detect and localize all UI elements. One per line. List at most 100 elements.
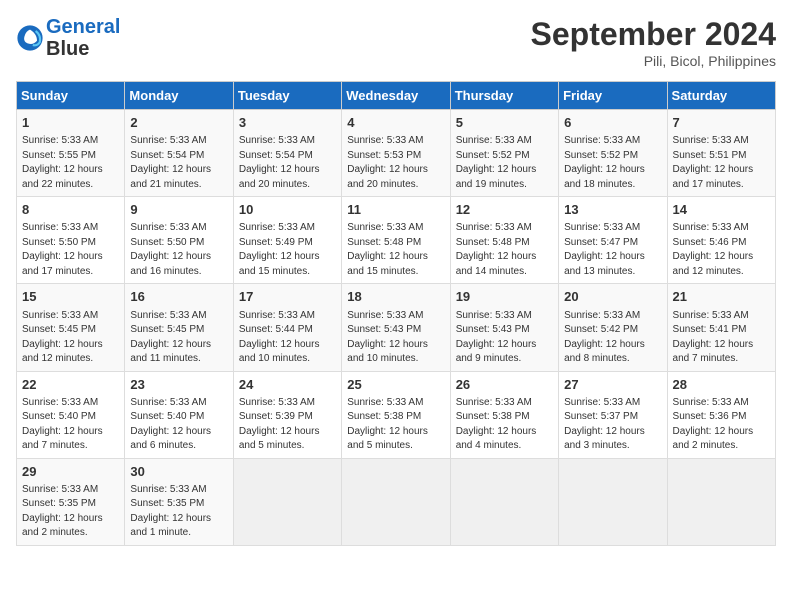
calendar-cell: [342, 458, 450, 545]
day-info: Sunrise: 5:33 AM Sunset: 5:35 PM Dayligh…: [22, 483, 119, 541]
day-number: 16: [130, 288, 227, 306]
week-row-4: 29Sunrise: 5:33 AM Sunset: 5:35 PM Dayli…: [17, 458, 776, 545]
day-number: 22: [22, 376, 119, 394]
day-number: 7: [673, 114, 770, 132]
day-info: Sunrise: 5:33 AM Sunset: 5:49 PM Dayligh…: [239, 221, 336, 279]
col-header-saturday: Saturday: [667, 82, 775, 110]
day-info: Sunrise: 5:33 AM Sunset: 5:52 PM Dayligh…: [456, 134, 553, 192]
day-number: 23: [130, 376, 227, 394]
calendar-cell: 7 Sunrise: 5:33 AM Sunset: 5:51 PM Daylig…: [667, 110, 775, 197]
day-info: Sunrise: 5:33 AM Sunset: 5:51 PM Dayligh…: [673, 134, 770, 192]
day-info: Sunrise: 5:33 AM Sunset: 5:48 PM Dayligh…: [347, 221, 444, 279]
day-info: Sunrise: 5:33 AM Sunset: 5:38 PM Dayligh…: [456, 396, 553, 454]
col-header-tuesday: Tuesday: [233, 82, 341, 110]
day-info: Sunrise: 5:33 AM Sunset: 5:54 PM Dayligh…: [130, 134, 227, 192]
day-info: Sunrise: 5:33 AM Sunset: 5:47 PM Dayligh…: [564, 221, 661, 279]
calendar-cell: [559, 458, 667, 545]
logo: General Blue: [16, 16, 120, 60]
day-info: Sunrise: 5:33 AM Sunset: 5:40 PM Dayligh…: [130, 396, 227, 454]
day-number: 24: [239, 376, 336, 394]
day-info: Sunrise: 5:33 AM Sunset: 5:50 PM Dayligh…: [22, 221, 119, 279]
week-row-0: 1 Sunrise: 5:33 AM Sunset: 5:55 PM Daylig…: [17, 110, 776, 197]
calendar-cell: [667, 458, 775, 545]
day-number: 5: [456, 114, 553, 132]
day-number: 20: [564, 288, 661, 306]
week-row-3: 22 Sunrise: 5:33 AM Sunset: 5:40 PM Dayli…: [17, 371, 776, 458]
day-info: Sunrise: 5:33 AM Sunset: 5:48 PM Dayligh…: [456, 221, 553, 279]
col-header-monday: Monday: [125, 82, 233, 110]
calendar-cell: 2 Sunrise: 5:33 AM Sunset: 5:54 PM Daylig…: [125, 110, 233, 197]
calendar-cell: [450, 458, 558, 545]
logo-icon: [16, 24, 44, 52]
day-number: 25: [347, 376, 444, 394]
day-info: Sunrise: 5:33 AM Sunset: 5:53 PM Dayligh…: [347, 134, 444, 192]
calendar-cell: 3Sunrise: 5:33 AM Sunset: 5:54 PM Daylig…: [233, 110, 341, 197]
month-title: September 2024: [531, 16, 776, 53]
day-number: 14: [673, 201, 770, 219]
day-info: Sunrise: 5:33 AM Sunset: 5:50 PM Dayligh…: [130, 221, 227, 279]
day-info: Sunrise: 5:33 AM Sunset: 5:37 PM Dayligh…: [564, 396, 661, 454]
day-info: Sunrise: 5:33 AM Sunset: 5:38 PM Dayligh…: [347, 396, 444, 454]
title-block: September 2024 Pili, Bicol, Philippines: [531, 16, 776, 69]
day-info: Sunrise: 5:33 AM Sunset: 5:40 PM Dayligh…: [22, 396, 119, 454]
calendar-cell: 17 Sunrise: 5:33 AM Sunset: 5:44 PM Dayli…: [233, 284, 341, 371]
day-info: Sunrise: 5:33 AM Sunset: 5:44 PM Dayligh…: [239, 309, 336, 367]
day-info: Sunrise: 5:33 AM Sunset: 5:41 PM Dayligh…: [673, 309, 770, 367]
day-info: Sunrise: 5:33 AM Sunset: 5:55 PM Dayligh…: [22, 134, 119, 192]
calendar-cell: 10 Sunrise: 5:33 AM Sunset: 5:49 PM Dayli…: [233, 197, 341, 284]
calendar-cell: 23 Sunrise: 5:33 AM Sunset: 5:40 PM Dayli…: [125, 371, 233, 458]
calendar-cell: 26Sunrise: 5:33 AM Sunset: 5:38 PM Dayli…: [450, 371, 558, 458]
calendar-cell: 19Sunrise: 5:33 AM Sunset: 5:43 PM Dayli…: [450, 284, 558, 371]
day-number: 10: [239, 201, 336, 219]
calendar-cell: 5 Sunrise: 5:33 AM Sunset: 5:52 PM Daylig…: [450, 110, 558, 197]
calendar-cell: 8Sunrise: 5:33 AM Sunset: 5:50 PM Daylig…: [17, 197, 125, 284]
day-number: 13: [564, 201, 661, 219]
calendar-cell: 29Sunrise: 5:33 AM Sunset: 5:35 PM Dayli…: [17, 458, 125, 545]
day-info: Sunrise: 5:33 AM Sunset: 5:35 PM Dayligh…: [130, 483, 227, 541]
day-info: Sunrise: 5:33 AM Sunset: 5:42 PM Dayligh…: [564, 309, 661, 367]
calendar-cell: 16 Sunrise: 5:33 AM Sunset: 5:45 PM Dayli…: [125, 284, 233, 371]
calendar-cell: 28 Sunrise: 5:33 AM Sunset: 5:36 PM Dayli…: [667, 371, 775, 458]
col-header-thursday: Thursday: [450, 82, 558, 110]
calendar-cell: 6Sunrise: 5:33 AM Sunset: 5:52 PM Daylig…: [559, 110, 667, 197]
day-number: 17: [239, 288, 336, 306]
week-row-1: 8Sunrise: 5:33 AM Sunset: 5:50 PM Daylig…: [17, 197, 776, 284]
calendar-cell: 24 Sunrise: 5:33 AM Sunset: 5:39 PM Dayli…: [233, 371, 341, 458]
calendar-cell: 20 Sunrise: 5:33 AM Sunset: 5:42 PM Dayli…: [559, 284, 667, 371]
day-number: 28: [673, 376, 770, 394]
day-number: 1: [22, 114, 119, 132]
day-info: Sunrise: 5:33 AM Sunset: 5:54 PM Dayligh…: [239, 134, 336, 192]
calendar-cell: [233, 458, 341, 545]
day-info: Sunrise: 5:33 AM Sunset: 5:39 PM Dayligh…: [239, 396, 336, 454]
day-info: Sunrise: 5:33 AM Sunset: 5:36 PM Dayligh…: [673, 396, 770, 454]
calendar-cell: 25 Sunrise: 5:33 AM Sunset: 5:38 PM Dayli…: [342, 371, 450, 458]
calendar-cell: 11Sunrise: 5:33 AM Sunset: 5:48 PM Dayli…: [342, 197, 450, 284]
day-info: Sunrise: 5:33 AM Sunset: 5:45 PM Dayligh…: [130, 309, 227, 367]
calendar-cell: 1 Sunrise: 5:33 AM Sunset: 5:55 PM Daylig…: [17, 110, 125, 197]
day-number: 12: [456, 201, 553, 219]
day-info: Sunrise: 5:33 AM Sunset: 5:45 PM Dayligh…: [22, 309, 119, 367]
calendar-table: SundayMondayTuesdayWednesdayThursdayFrid…: [16, 81, 776, 546]
calendar-cell: 4 Sunrise: 5:33 AM Sunset: 5:53 PM Daylig…: [342, 110, 450, 197]
day-number: 19: [456, 288, 553, 306]
calendar-cell: 13 Sunrise: 5:33 AM Sunset: 5:47 PM Dayli…: [559, 197, 667, 284]
week-row-2: 15 Sunrise: 5:33 AM Sunset: 5:45 PM Dayli…: [17, 284, 776, 371]
day-info: Sunrise: 5:33 AM Sunset: 5:43 PM Dayligh…: [347, 309, 444, 367]
calendar-cell: 21 Sunrise: 5:33 AM Sunset: 5:41 PM Dayli…: [667, 284, 775, 371]
day-headers-row: SundayMondayTuesdayWednesdayThursdayFrid…: [17, 82, 776, 110]
day-number: 21: [673, 288, 770, 306]
calendar-cell: 27 Sunrise: 5:33 AM Sunset: 5:37 PM Dayli…: [559, 371, 667, 458]
day-info: Sunrise: 5:33 AM Sunset: 5:52 PM Dayligh…: [564, 134, 661, 192]
day-number: 15: [22, 288, 119, 306]
day-number: 27: [564, 376, 661, 394]
day-info: Sunrise: 5:33 AM Sunset: 5:46 PM Dayligh…: [673, 221, 770, 279]
day-number: 2: [130, 114, 227, 132]
page-header: General Blue September 2024 Pili, Bicol,…: [16, 16, 776, 69]
calendar-cell: 9Sunrise: 5:33 AM Sunset: 5:50 PM Daylig…: [125, 197, 233, 284]
calendar-cell: 14 Sunrise: 5:33 AM Sunset: 5:46 PM Dayli…: [667, 197, 775, 284]
calendar-cell: 15 Sunrise: 5:33 AM Sunset: 5:45 PM Dayli…: [17, 284, 125, 371]
day-number: 4: [347, 114, 444, 132]
col-header-wednesday: Wednesday: [342, 82, 450, 110]
calendar-cell: 30Sunrise: 5:33 AM Sunset: 5:35 PM Dayli…: [125, 458, 233, 545]
calendar-cell: 22 Sunrise: 5:33 AM Sunset: 5:40 PM Dayli…: [17, 371, 125, 458]
